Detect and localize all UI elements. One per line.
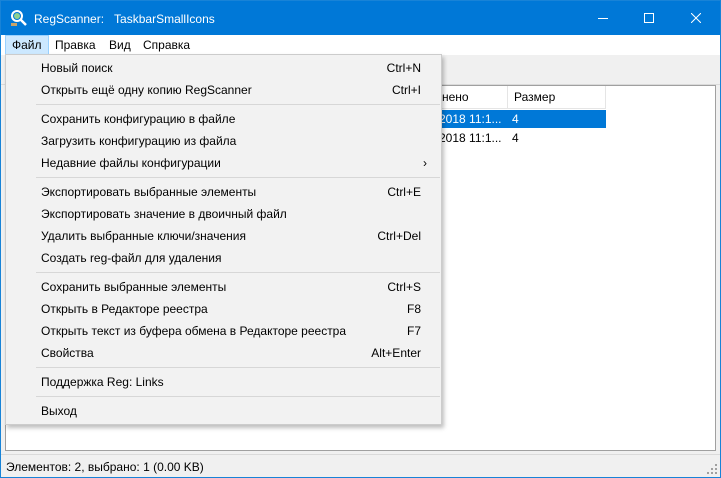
menu-item-exit[interactable]: Выход (8, 400, 439, 422)
title-bar[interactable]: RegScanner: TaskbarSmallIcons (1, 1, 720, 35)
menu-item-label: Новый поиск (41, 61, 113, 75)
menu-item-label: Загрузить конфигурацию из файла (41, 134, 237, 148)
maximize-button[interactable] (626, 1, 672, 35)
menu-item-label: Сохранить выбранные элементы (41, 280, 227, 294)
menu-item-load-config[interactable]: Загрузить конфигурацию из файла (8, 130, 439, 152)
window-subtitle: TaskbarSmallIcons (114, 12, 215, 26)
close-icon (691, 13, 701, 23)
menu-item-properties[interactable]: Свойства Alt+Enter (8, 342, 439, 364)
menu-item-label: Открыть ещё одну копию RegScanner (41, 83, 252, 97)
menu-item-new-search[interactable]: Новый поиск Ctrl+N (8, 57, 439, 79)
menu-bar: Файл Правка Вид Справка (1, 35, 720, 55)
size-grip-icon[interactable] (706, 463, 718, 475)
cell-modified: 2018 11:1... (439, 112, 502, 126)
menu-item-shortcut: Ctrl+E (387, 185, 421, 199)
menu-item-label: Сохранить конфигурацию в файле (41, 112, 236, 126)
menu-item-shortcut: F8 (406, 302, 421, 316)
menu-item-open-another-copy[interactable]: Открыть ещё одну копию RegScanner Ctrl+I (8, 79, 439, 101)
menu-view[interactable]: Вид (103, 35, 137, 55)
cell-modified: 2018 11:1... (439, 131, 502, 145)
status-text: Элементов: 2, выбрано: 1 (0.00 KB) (6, 460, 204, 474)
app-name: RegScanner: (34, 12, 105, 26)
menu-help[interactable]: Справка (137, 35, 196, 55)
menu-item-shortcut: F7 (406, 324, 421, 338)
menu-item-recent-config[interactable]: Недавние файлы конфигурации › (8, 152, 439, 174)
close-button[interactable] (673, 1, 719, 35)
minimize-button[interactable] (580, 1, 626, 35)
menu-item-label: Экспортировать значение в двоичный файл (41, 207, 287, 221)
chevron-right-icon: › (423, 156, 427, 170)
menu-item-label: Экспортировать выбранные элементы (41, 185, 257, 199)
menu-separator (36, 272, 440, 273)
menu-separator (36, 104, 440, 105)
menu-item-label: Выход (41, 404, 77, 418)
menu-item-label: Удалить выбранные ключи/значения (41, 229, 246, 243)
menu-item-shortcut: Ctrl+I (391, 83, 421, 97)
maximize-icon (644, 13, 654, 23)
menu-item-create-reg-delete[interactable]: Создать reg-файл для удаления (8, 247, 439, 269)
menu-separator (36, 396, 440, 397)
menu-item-reg-links[interactable]: Поддержка Reg: Links (8, 371, 439, 393)
table-row[interactable]: 2018 11:1... 4 (436, 110, 606, 128)
status-bar: Элементов: 2, выбрано: 1 (0.00 KB) (1, 454, 720, 477)
menu-item-shortcut: Ctrl+S (387, 280, 421, 294)
menu-edit[interactable]: Правка (49, 35, 102, 55)
menu-item-save-selected[interactable]: Сохранить выбранные элементы Ctrl+S (8, 276, 439, 298)
menu-item-label: Недавние файлы конфигурации (41, 156, 221, 170)
menu-item-export-selected[interactable]: Экспортировать выбранные элементы Ctrl+E (8, 181, 439, 203)
menu-item-save-config[interactable]: Сохранить конфигурацию в файле (8, 108, 439, 130)
minimize-icon (598, 18, 608, 19)
menu-file[interactable]: Файл (5, 35, 49, 55)
menu-item-label: Свойства (41, 346, 94, 360)
menu-item-label: Открыть текст из буфера обмена в Редакто… (41, 324, 347, 338)
regscanner-app-icon (11, 10, 27, 26)
table-row[interactable]: 2018 11:1... 4 (436, 129, 606, 147)
cell-size: 4 (512, 131, 519, 145)
menu-item-open-regedit[interactable]: Открыть в Редакторе реестра F8 (8, 298, 439, 320)
menu-item-label: Создать reg-файл для удаления (41, 251, 222, 265)
column-header-modified[interactable]: нено (436, 86, 508, 109)
window-title: RegScanner: TaskbarSmallIcons (34, 12, 215, 26)
file-menu-dropdown: Новый поиск Ctrl+N Открыть ещё одну копи… (5, 54, 442, 425)
menu-item-export-binary[interactable]: Экспортировать значение в двоичный файл (8, 203, 439, 225)
menu-separator (36, 177, 440, 178)
menu-item-delete-keys[interactable]: Удалить выбранные ключи/значения Ctrl+De… (8, 225, 439, 247)
cell-size: 4 (512, 112, 519, 126)
menu-item-label: Открыть в Редакторе реестра (41, 302, 208, 316)
menu-item-open-clipboard-regedit[interactable]: Открыть текст из буфера обмена в Редакто… (8, 320, 439, 342)
menu-item-label: Поддержка Reg: Links (41, 375, 164, 389)
menu-item-shortcut: Ctrl+Del (377, 229, 421, 243)
menu-separator (36, 367, 440, 368)
menu-item-shortcut: Alt+Enter (371, 346, 421, 360)
menu-item-shortcut: Ctrl+N (386, 61, 421, 75)
column-header-size[interactable]: Размер (508, 86, 606, 109)
app-window: RegScanner: TaskbarSmallIcons Файл Правка… (0, 0, 721, 478)
